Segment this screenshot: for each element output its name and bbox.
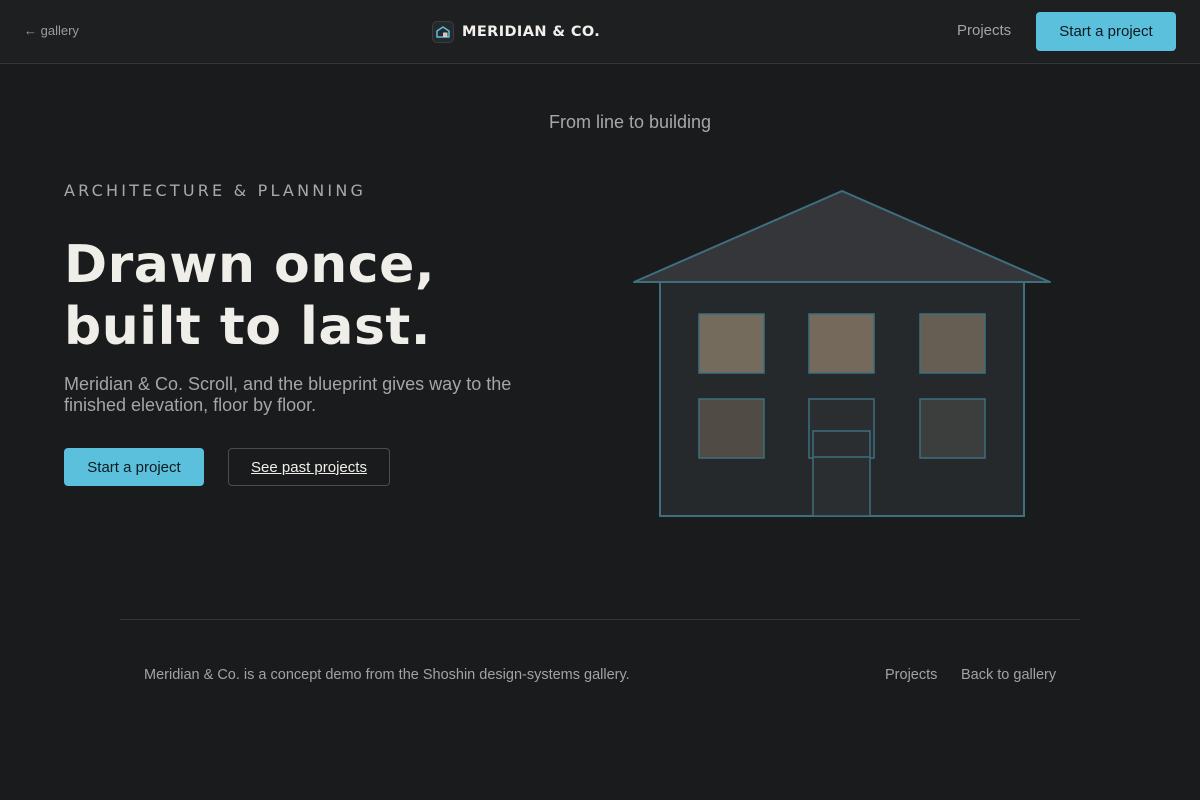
brand-name: MERIDIAN & CO. bbox=[462, 24, 601, 40]
nav-projects-link[interactable]: Projects bbox=[957, 22, 1011, 39]
footer-note: Meridian & Co. is a concept demo from th… bbox=[144, 667, 630, 683]
building-elevation-icon bbox=[633, 190, 1051, 517]
window-upper-middle bbox=[808, 313, 875, 374]
back-to-gallery-link[interactable]: ← gallery bbox=[24, 23, 79, 38]
window-upper-left bbox=[698, 313, 765, 374]
hero-headline-line-2: built to last. bbox=[64, 297, 432, 357]
footer-divider bbox=[120, 619, 1080, 620]
window-lower-left bbox=[698, 398, 765, 459]
window-upper-right bbox=[919, 313, 986, 374]
house-icon bbox=[432, 21, 454, 43]
hero-kicker: ARCHITECTURE & PLANNING bbox=[64, 181, 367, 200]
front-door bbox=[812, 430, 871, 517]
roof-shape bbox=[633, 190, 1051, 283]
see-past-projects-button[interactable]: See past projects bbox=[228, 448, 390, 486]
hero-headline-line-1: Drawn once, bbox=[64, 235, 436, 295]
top-bar: ← gallery MERIDIAN & CO. Projects Start … bbox=[0, 0, 1200, 64]
hero-description: Meridian & Co. Scroll, and the blueprint… bbox=[64, 374, 512, 415]
hero-headline: Drawn once, built to last. bbox=[64, 234, 584, 358]
start-project-button[interactable]: Start a project bbox=[1036, 12, 1176, 51]
footer-back-to-gallery-link[interactable]: Back to gallery bbox=[961, 667, 1056, 683]
brand-logo[interactable]: MERIDIAN & CO. bbox=[432, 20, 600, 44]
window-lower-right bbox=[919, 398, 986, 459]
hero-eyebrow: From line to building bbox=[548, 112, 712, 132]
hero-start-project-button[interactable]: Start a project bbox=[64, 448, 204, 486]
footer-projects-link[interactable]: Projects bbox=[885, 667, 937, 683]
